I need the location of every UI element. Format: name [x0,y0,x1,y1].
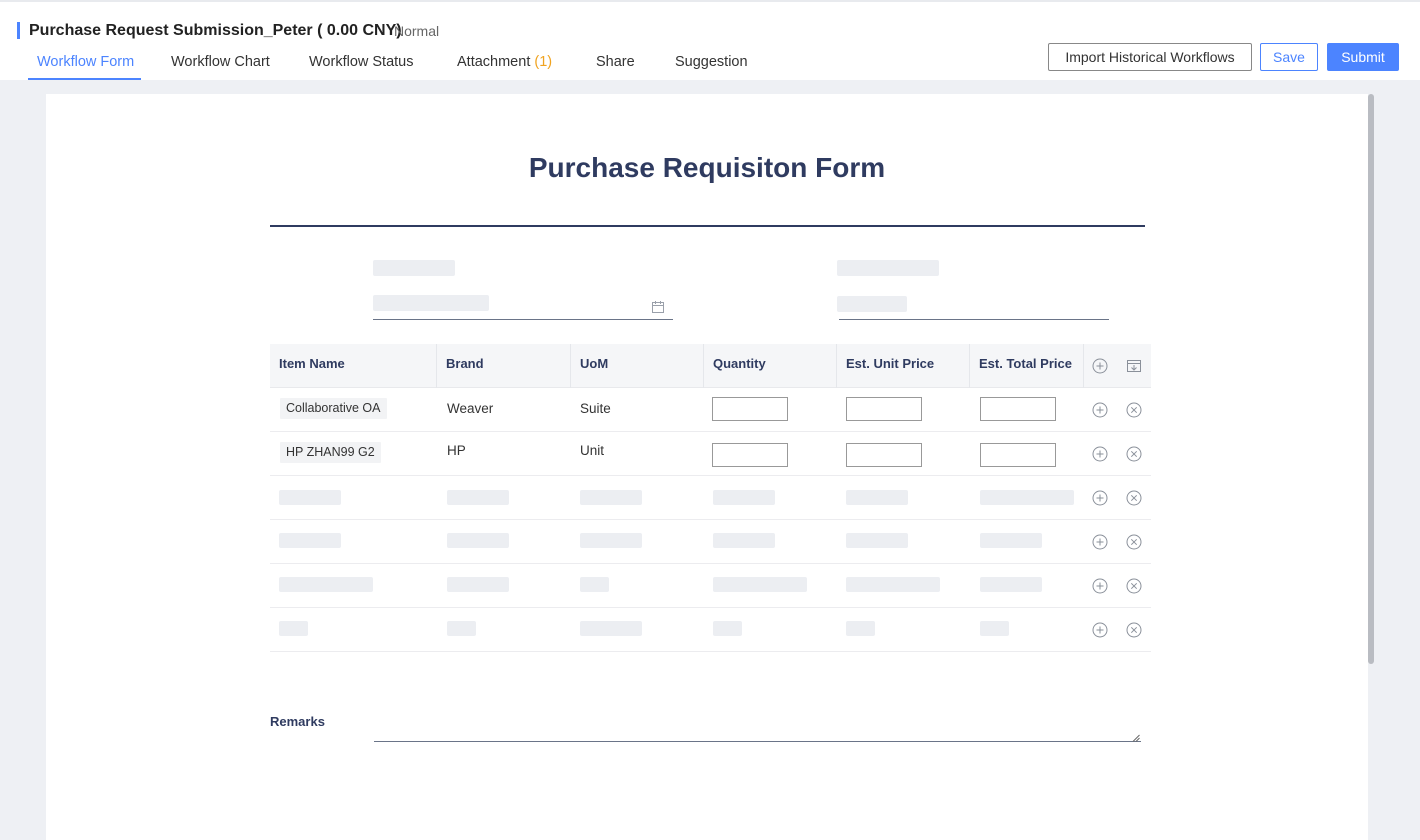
add-circle-icon[interactable] [1092,402,1108,418]
cell-placeholder [279,533,341,548]
tab-workflow-chart[interactable]: Workflow Chart [171,54,270,70]
cell-placeholder [580,490,642,505]
cell-placeholder [713,533,775,548]
date-field-placeholder [373,295,489,311]
resize-handle-icon[interactable] [1132,734,1140,742]
cell-placeholder [447,577,509,592]
cell-placeholder [279,577,373,592]
tab-share[interactable]: Share [596,54,635,70]
tab-attachment-label: Attachment [457,54,531,70]
cell-placeholder [846,577,940,592]
cell-placeholder [580,577,609,592]
cell-placeholder [447,490,509,505]
calendar-icon[interactable] [652,301,664,313]
form-title: Purchase Requisiton Form [528,152,886,183]
submit-button[interactable]: Submit [1327,43,1399,71]
remarks-textarea[interactable] [374,708,1141,742]
field-label-placeholder [373,260,455,276]
vertical-scrollbar[interactable] [1368,94,1374,664]
total-price-input[interactable] [980,443,1056,467]
table-row-placeholder [270,520,1151,564]
remarks-label: Remarks [270,714,325,729]
uom-cell: Unit [580,443,605,458]
field-label-placeholder [837,260,939,276]
tab-attachment[interactable]: Attachment (1) [457,54,552,70]
add-circle-icon[interactable] [1092,622,1108,638]
header-est-unit-price: Est. Unit Price [837,344,970,388]
table-row-placeholder [270,608,1151,652]
header-item-name: Item Name [270,344,437,388]
unit-price-input[interactable] [846,443,922,467]
date-field-underline[interactable] [373,319,673,320]
form-title-rule [270,225,1145,227]
remove-circle-icon[interactable] [1126,622,1142,638]
active-tab-indicator [28,78,141,80]
cell-placeholder [846,490,908,505]
table-row: Collaborative OA Weaver Suite [270,388,1151,432]
form-sheet: Purchase Requisiton Form Item Name Brand… [46,94,1368,840]
item-name-tag[interactable]: HP ZHAN99 G2 [280,442,381,463]
tab-workflow-status[interactable]: Workflow Status [309,54,414,70]
cell-placeholder [580,621,642,636]
remove-circle-icon[interactable] [1126,534,1142,550]
cell-placeholder [846,533,908,548]
cell-placeholder [713,490,775,505]
total-price-input[interactable] [980,397,1056,421]
cell-placeholder [980,621,1009,636]
cell-placeholder [713,621,742,636]
remove-circle-icon[interactable] [1126,578,1142,594]
add-circle-icon[interactable] [1092,446,1108,462]
uom-cell: Suite [580,401,611,416]
table-row: HP ZHAN99 G2 HP Unit [270,432,1151,476]
attachment-count: (1) [534,54,553,70]
cell-placeholder [447,533,509,548]
header-quantity: Quantity [704,344,837,388]
tab-suggestion[interactable]: Suggestion [675,54,748,70]
add-circle-icon[interactable] [1092,490,1108,506]
header-brand: Brand [437,344,571,388]
cell-placeholder [279,490,341,505]
table-header-row: Item Name Brand UoM Quantity Est. Unit P… [270,344,1151,388]
unit-price-input[interactable] [846,397,922,421]
cell-placeholder [846,621,875,636]
table-row-placeholder [270,564,1151,608]
urgency-level: Normal [394,23,440,39]
cell-placeholder [713,577,807,592]
cell-placeholder [279,621,308,636]
remove-circle-icon[interactable] [1126,446,1142,462]
import-historical-workflows-button[interactable]: Import Historical Workflows [1048,43,1252,71]
cell-placeholder [447,621,476,636]
cell-placeholder [980,533,1042,548]
quantity-input[interactable] [712,443,788,467]
add-circle-icon[interactable] [1092,578,1108,594]
quantity-input[interactable] [712,397,788,421]
title-accent-bar [17,22,20,39]
workflow-header: Purchase Request Submission_Peter ( 0.00… [0,2,1420,80]
cell-placeholder [580,533,642,548]
save-button[interactable]: Save [1260,43,1318,71]
cell-placeholder [980,577,1042,592]
field-underline[interactable] [839,319,1109,320]
item-name-tag[interactable]: Collaborative OA [280,398,387,419]
add-circle-icon[interactable] [1092,534,1108,550]
add-row-icon[interactable] [1092,358,1108,374]
table-row-placeholder [270,476,1151,520]
remove-circle-icon[interactable] [1126,490,1142,506]
import-row-icon[interactable] [1126,358,1142,374]
cell-placeholder [980,490,1074,505]
workflow-title: Purchase Request Submission_Peter ( 0.00… [29,22,402,39]
brand-cell: Weaver [447,401,494,416]
header-uom: UoM [571,344,704,388]
tab-workflow-form[interactable]: Workflow Form [37,54,134,70]
remove-circle-icon[interactable] [1126,402,1142,418]
brand-cell: HP [447,443,466,458]
header-est-total-price: Est. Total Price [970,344,1084,388]
field-value-placeholder [837,296,907,312]
